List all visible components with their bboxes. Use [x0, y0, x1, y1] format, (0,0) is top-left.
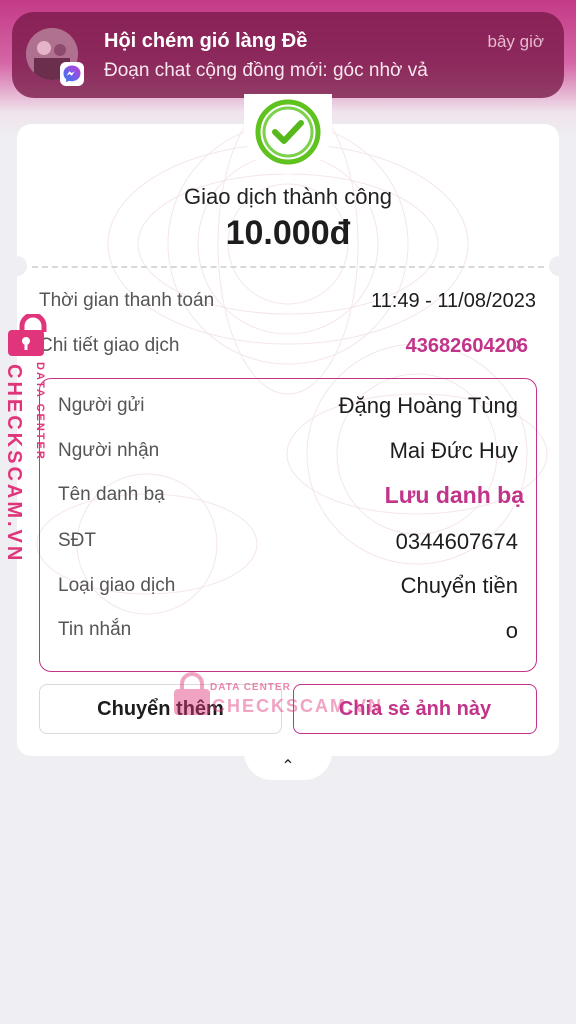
- sender-label: Người gửi: [58, 395, 145, 416]
- transaction-status: Giao dịch thành công: [184, 184, 392, 209]
- recipient-value: Mai Đức Huy: [389, 438, 518, 463]
- message-value: o: [505, 618, 518, 643]
- transaction-id-link[interactable]: 43682604206: [406, 335, 528, 358]
- payment-time-value: 11:49 - 11/08/2023: [371, 290, 536, 312]
- notification-title: Hội chém gió làng Đề: [104, 30, 308, 52]
- watermark-center-sub: DATA CENTER: [210, 682, 291, 693]
- expand-tab[interactable]: ⌃: [244, 752, 332, 780]
- check-circle-icon: [244, 94, 332, 174]
- transaction-amount: 10.000đ: [225, 214, 351, 252]
- transaction-type-label: Loại giao dịch: [58, 575, 176, 596]
- ticket-notch-left: [7, 256, 27, 276]
- messenger-icon: [60, 62, 84, 86]
- notification-body: Đoạn chat cộng đồng mới: góc nhờ vả: [104, 60, 428, 81]
- chevron-right-icon[interactable]: ›: [515, 333, 522, 356]
- recipient-label: Người nhận: [58, 440, 160, 461]
- transaction-id: 43682604206: [405, 335, 528, 357]
- save-contact-link[interactable]: Lưu danh bạ: [385, 482, 524, 509]
- padlock-icon: [174, 672, 210, 715]
- message-label: Tin nhắn: [58, 619, 132, 640]
- watermark-brand: CHECKSCAM.VN: [3, 364, 25, 564]
- sender-value: Đặng Hoàng Tùng: [338, 393, 518, 418]
- watermark-center-brand: CHECKSCAM.VN: [212, 696, 384, 716]
- padlock-icon: [8, 312, 47, 356]
- notification-banner[interactable]: Hội chém gió làng Đề Đoạn chat cộng đồng…: [12, 12, 564, 98]
- notification-time: bây giờ: [487, 32, 544, 51]
- ticket-divider: [32, 266, 544, 268]
- watermark-sub: DATA CENTER: [34, 362, 46, 461]
- payment-time-label: Thời gian thanh toán: [39, 290, 215, 311]
- chevron-up-icon: ⌃: [281, 758, 295, 775]
- contact-name-label: Tên danh bạ: [58, 484, 165, 505]
- phone-value: 0344607674: [395, 529, 518, 554]
- success-badge: [244, 94, 332, 174]
- transaction-type-value: Chuyển tiền: [400, 573, 518, 598]
- ticket-notch-right: [549, 256, 569, 276]
